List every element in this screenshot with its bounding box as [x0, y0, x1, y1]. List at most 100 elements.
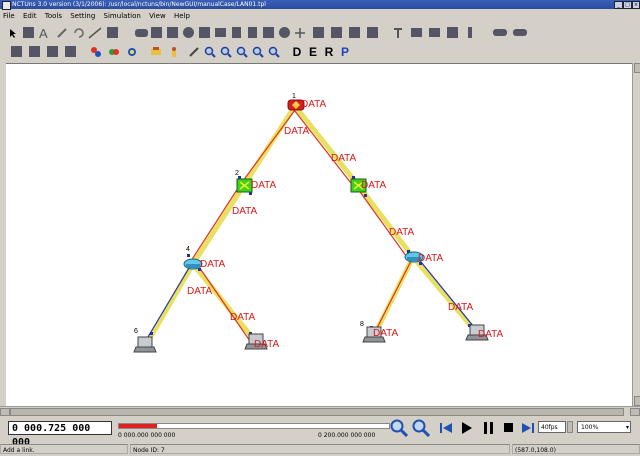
svg-text:A: A [39, 27, 48, 39]
link-4-6[interactable] [143, 262, 196, 347]
map-tool-icon[interactable] [46, 45, 58, 58]
zoom-reset-icon[interactable] [252, 45, 264, 58]
radio-tool-icon[interactable] [446, 26, 458, 39]
text-tool-icon[interactable]: A [38, 26, 50, 39]
grid-tool-icon[interactable] [10, 45, 22, 58]
host-node-6[interactable] [133, 336, 157, 353]
menu-edit[interactable]: Edit [20, 10, 40, 22]
scroll-down-arrow-icon[interactable] [634, 396, 640, 406]
zoom-select[interactable]: 100% ▾ [577, 421, 631, 433]
app-icon [2, 1, 11, 10]
movement-icon[interactable] [150, 45, 162, 58]
switch-node[interactable] [236, 178, 253, 193]
host-tool-icon[interactable] [150, 26, 162, 39]
maximize-button[interactable]: □ [623, 1, 632, 9]
time-slider[interactable] [118, 423, 390, 429]
sensor-tool-icon[interactable] [492, 26, 508, 39]
packet-label: DATA [389, 227, 415, 238]
packet-label: DATA [230, 312, 256, 323]
menu-bar: File Edit Tools Setting Simulation View … [0, 10, 640, 22]
menu-simulation[interactable]: Simulation [101, 10, 144, 22]
phone-tool-icon[interactable] [230, 26, 242, 39]
zoom-out-icon[interactable] [220, 45, 232, 58]
packet-filter-icon[interactable] [108, 45, 120, 58]
menu-setting[interactable]: Setting [67, 10, 98, 22]
mobile-tool-icon[interactable] [246, 26, 258, 39]
scroll-up-arrow-icon[interactable] [634, 63, 640, 73]
qos-tool-icon[interactable] [366, 26, 378, 39]
minimize-button[interactable]: _ [614, 1, 623, 9]
pole-tool-icon[interactable] [466, 26, 474, 39]
close-button[interactable]: × [632, 1, 640, 9]
ship-tool-icon[interactable] [428, 26, 440, 39]
zoom-in-icon[interactable] [204, 45, 216, 58]
chevron-down-icon: ▾ [625, 424, 629, 431]
link-2-4[interactable] [190, 183, 247, 266]
title-bar: NCTUns 3.0 version (3/1/2006): /usr/loca… [0, 0, 640, 10]
add-tool-icon[interactable] [294, 26, 306, 39]
optical-tool-icon[interactable] [348, 26, 360, 39]
interface-markers [150, 104, 471, 335]
link-1-3[interactable] [293, 104, 360, 187]
hub-tool-icon[interactable] [134, 26, 148, 39]
vertical-scrollbar[interactable] [632, 63, 640, 406]
switch-tool-icon[interactable] [106, 26, 118, 39]
menu-file[interactable]: File [0, 10, 18, 22]
zoom-in-time-icon[interactable] [390, 419, 409, 439]
wireless-tool-icon[interactable] [198, 26, 210, 39]
fast-forward-icon[interactable] [522, 423, 534, 435]
status-coords: (587.0,108.0) [512, 444, 640, 454]
pencil-tool-icon[interactable] [56, 26, 68, 39]
rewind-icon[interactable] [440, 423, 452, 435]
speed-field[interactable]: 40fps [538, 421, 566, 433]
link-tool-icon[interactable] [88, 26, 102, 39]
zoom-area-icon[interactable] [268, 45, 280, 58]
play-icon[interactable] [462, 422, 472, 436]
undo-tool-icon[interactable] [72, 26, 84, 39]
packet-label: DATA [187, 286, 213, 297]
table-tool-icon[interactable] [64, 45, 76, 58]
bridge-tool-icon[interactable] [214, 26, 226, 39]
node-tool-icon[interactable] [22, 26, 34, 39]
mode-run-button[interactable]: R [322, 45, 336, 59]
draw-line-icon[interactable] [188, 45, 200, 58]
flow-red-1-2 [239, 109, 296, 186]
zoom-out-time-icon[interactable] [412, 419, 431, 439]
stop-icon[interactable] [504, 423, 513, 434]
pause-icon[interactable] [484, 422, 493, 436]
time-display: 0 000.725 000 000 [8, 421, 112, 448]
router-tool-icon[interactable] [166, 26, 178, 39]
layout-tool-icon[interactable] [28, 45, 40, 58]
menu-view[interactable]: View [146, 10, 169, 22]
packet-label: DATA [232, 206, 258, 217]
car-tool-icon[interactable] [410, 26, 422, 39]
vehicle-tool-icon[interactable] [512, 26, 528, 39]
zoom-fit-icon[interactable] [236, 45, 248, 58]
flow-red-2-4 [188, 184, 241, 265]
device-toolbar: A [0, 24, 640, 42]
mode-edit-button[interactable]: E [306, 45, 320, 59]
pointer-tool-icon[interactable] [8, 26, 18, 39]
mode-draw-button[interactable]: D [290, 45, 304, 59]
menu-tools[interactable]: Tools [42, 10, 65, 22]
links [143, 104, 478, 347]
gateway-tool-icon[interactable] [278, 26, 290, 39]
menu-help[interactable]: Help [171, 10, 193, 22]
view-toolbar: D E R P [0, 43, 640, 61]
link-5-9[interactable] [411, 255, 478, 334]
mode-playback-button[interactable]: P [338, 45, 352, 59]
end-time-label: 0 200.000 000 000 [318, 432, 376, 439]
ap-tool-icon[interactable] [182, 26, 194, 39]
satellite-tool-icon[interactable] [262, 26, 274, 39]
person-icon[interactable] [168, 45, 180, 58]
packet-trace-icon[interactable] [126, 45, 138, 58]
tower-tool-icon[interactable] [392, 26, 404, 39]
node-label-4: 4 [186, 246, 190, 253]
gprs-tool-icon[interactable] [330, 26, 342, 39]
speed-spinner-icon[interactable] [567, 421, 573, 433]
obstacle-tool-icon[interactable] [312, 26, 324, 39]
packet-label: DATA [254, 339, 280, 350]
packet-color-icon[interactable] [90, 45, 102, 58]
packet-flows [141, 105, 479, 348]
topology-canvas[interactable]: 1 2 4 6 8 DATA DATA DATA DATA DATA DATA … [6, 63, 632, 407]
